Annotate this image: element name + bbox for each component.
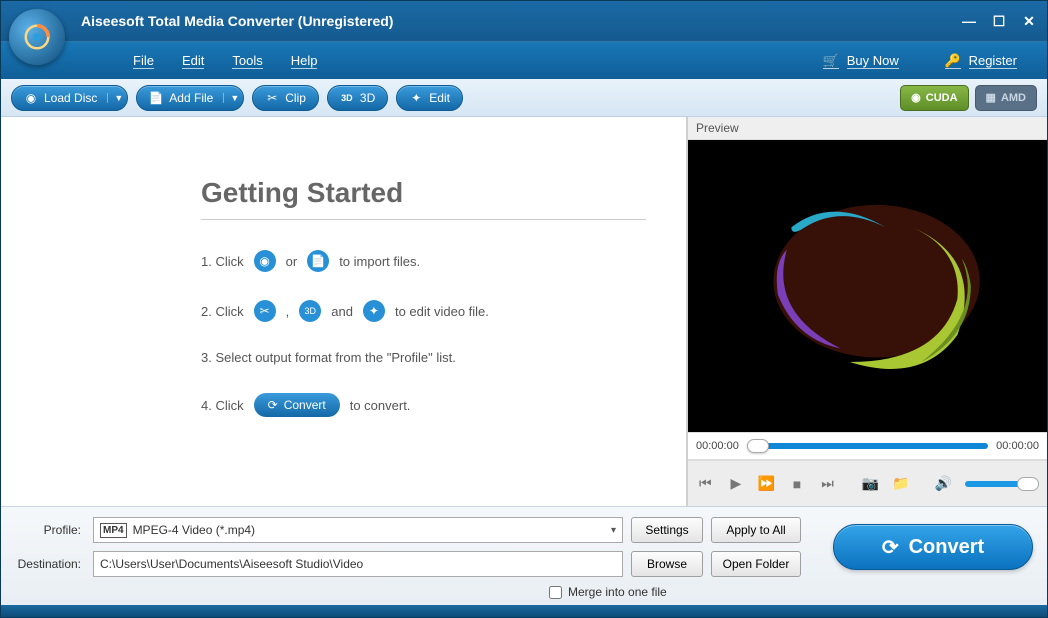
apply-all-button[interactable]: Apply to All	[711, 517, 801, 543]
stop-icon[interactable]: ■	[788, 474, 807, 494]
logo-icon	[22, 22, 52, 52]
refresh-icon: ⟳	[882, 535, 899, 560]
volume-icon[interactable]: 🔊	[934, 474, 953, 494]
preview-pane: Preview 00:00:00 00:00:00 ⏮ ▶ ⏩ ■	[687, 117, 1047, 506]
app-logo	[9, 9, 65, 65]
preview-video	[688, 140, 1047, 432]
disc-icon: ◉	[24, 91, 38, 105]
sparkle-icon: ✦	[363, 300, 385, 322]
fast-forward-icon[interactable]: ⏩	[757, 474, 776, 494]
close-icon[interactable]: ✕	[1021, 13, 1037, 29]
menu-bar: File Edit Tools Help 🛒 Buy Now 🔑 Registe…	[1, 41, 1047, 79]
merge-checkbox[interactable]: Merge into one file	[549, 585, 667, 599]
menu-file[interactable]: File	[119, 47, 168, 74]
open-folder-button[interactable]: Open Folder	[711, 551, 801, 577]
menu-tools[interactable]: Tools	[218, 47, 276, 74]
footer-panel: Profile: MP4 MPEG-4 Video (*.mp4) ▾ Sett…	[1, 506, 1047, 605]
convert-pill: ⟳Convert	[254, 393, 340, 417]
chevron-down-icon[interactable]: ▼	[107, 93, 123, 103]
destination-value: C:\Users\User\Documents\Aiseesoft Studio…	[100, 557, 363, 571]
window-title: Aiseesoft Total Media Converter (Unregis…	[81, 13, 393, 29]
seek-slider[interactable]	[747, 443, 988, 449]
load-disc-button[interactable]: ◉ Load Disc ▼	[11, 85, 128, 111]
settings-button[interactable]: Settings	[631, 517, 703, 543]
amd-badge[interactable]: ▦AMD	[975, 85, 1037, 111]
add-file-button[interactable]: 📄 Add File ▼	[136, 85, 244, 111]
add-file-icon: 📄	[149, 91, 163, 105]
time-end: 00:00:00	[996, 440, 1039, 452]
maximize-icon[interactable]: ☐	[991, 13, 1007, 29]
format-icon: MP4	[100, 523, 127, 538]
file-add-icon: 📄	[307, 250, 329, 272]
merge-checkbox-input[interactable]	[549, 586, 562, 599]
step-4: 4. Click ⟳Convert to convert.	[201, 393, 646, 417]
snapshot-icon[interactable]: 📷	[861, 474, 880, 494]
timeline: 00:00:00 00:00:00	[688, 432, 1047, 460]
browse-button[interactable]: Browse	[631, 551, 703, 577]
step-3: 3. Select output format from the "Profil…	[201, 350, 646, 365]
step-2: 2. Click ✂ , 3D and ✦ to edit video file…	[201, 300, 646, 322]
step-1: 1. Click ◉ or 📄 to import files.	[201, 250, 646, 272]
preview-label: Preview	[688, 117, 1047, 140]
edit-button[interactable]: ✦ Edit	[396, 85, 463, 111]
toolbar: ◉ Load Disc ▼ 📄 Add File ▼ ✂ Clip 3D 3D …	[1, 79, 1047, 117]
chevron-down-icon[interactable]: ▾	[611, 525, 616, 536]
sparkle-icon: ✦	[409, 91, 423, 105]
key-icon: 🔑	[945, 53, 961, 69]
menu-edit[interactable]: Edit	[168, 47, 218, 74]
seek-thumb[interactable]	[747, 439, 769, 453]
next-icon[interactable]: ⏭	[818, 474, 837, 494]
chevron-down-icon[interactable]: ▼	[223, 93, 239, 103]
profile-value: MPEG-4 Video (*.mp4)	[133, 523, 256, 537]
convert-button[interactable]: ⟳ Convert	[833, 524, 1033, 570]
menu-help[interactable]: Help	[277, 47, 332, 74]
nvidia-icon: ◉	[911, 91, 921, 104]
clip-button[interactable]: ✂ Clip	[252, 85, 319, 111]
destination-label: Destination:	[15, 557, 85, 571]
scissors-icon: ✂	[265, 91, 279, 105]
3d-button[interactable]: 3D 3D	[327, 85, 388, 111]
profile-select[interactable]: MP4 MPEG-4 Video (*.mp4) ▾	[93, 517, 623, 543]
time-start: 00:00:00	[696, 440, 739, 452]
disc-add-icon: ◉	[254, 250, 276, 272]
play-controls: ⏮ ▶ ⏩ ■ ⏭ 📷 📁 🔊	[688, 460, 1047, 506]
play-icon[interactable]: ▶	[727, 474, 746, 494]
3d-icon: 3D	[340, 91, 354, 105]
amd-icon: ▦	[986, 91, 996, 104]
cuda-badge[interactable]: ◉CUDA	[900, 85, 968, 111]
getting-started-panel: Getting Started 1. Click ◉ or 📄 to impor…	[1, 117, 687, 506]
refresh-icon: ⟳	[268, 398, 278, 412]
3d-icon: 3D	[299, 300, 321, 322]
register-link[interactable]: 🔑 Register	[931, 47, 1031, 75]
scissors-icon: ✂	[254, 300, 276, 322]
volume-thumb[interactable]	[1017, 477, 1039, 491]
folder-icon[interactable]: 📁	[891, 474, 910, 494]
preview-graphic	[733, 178, 1002, 393]
profile-label: Profile:	[15, 523, 85, 537]
bottom-border	[1, 605, 1047, 617]
prev-icon[interactable]: ⏮	[696, 474, 715, 494]
destination-input[interactable]: C:\Users\User\Documents\Aiseesoft Studio…	[93, 551, 623, 577]
buy-now-link[interactable]: 🛒 Buy Now	[809, 47, 913, 75]
title-bar: Aiseesoft Total Media Converter (Unregis…	[1, 1, 1047, 41]
volume-slider[interactable]	[965, 481, 1039, 487]
minimize-icon[interactable]: —	[961, 13, 977, 29]
cart-icon: 🛒	[823, 53, 839, 69]
getting-started-heading: Getting Started	[201, 177, 646, 220]
